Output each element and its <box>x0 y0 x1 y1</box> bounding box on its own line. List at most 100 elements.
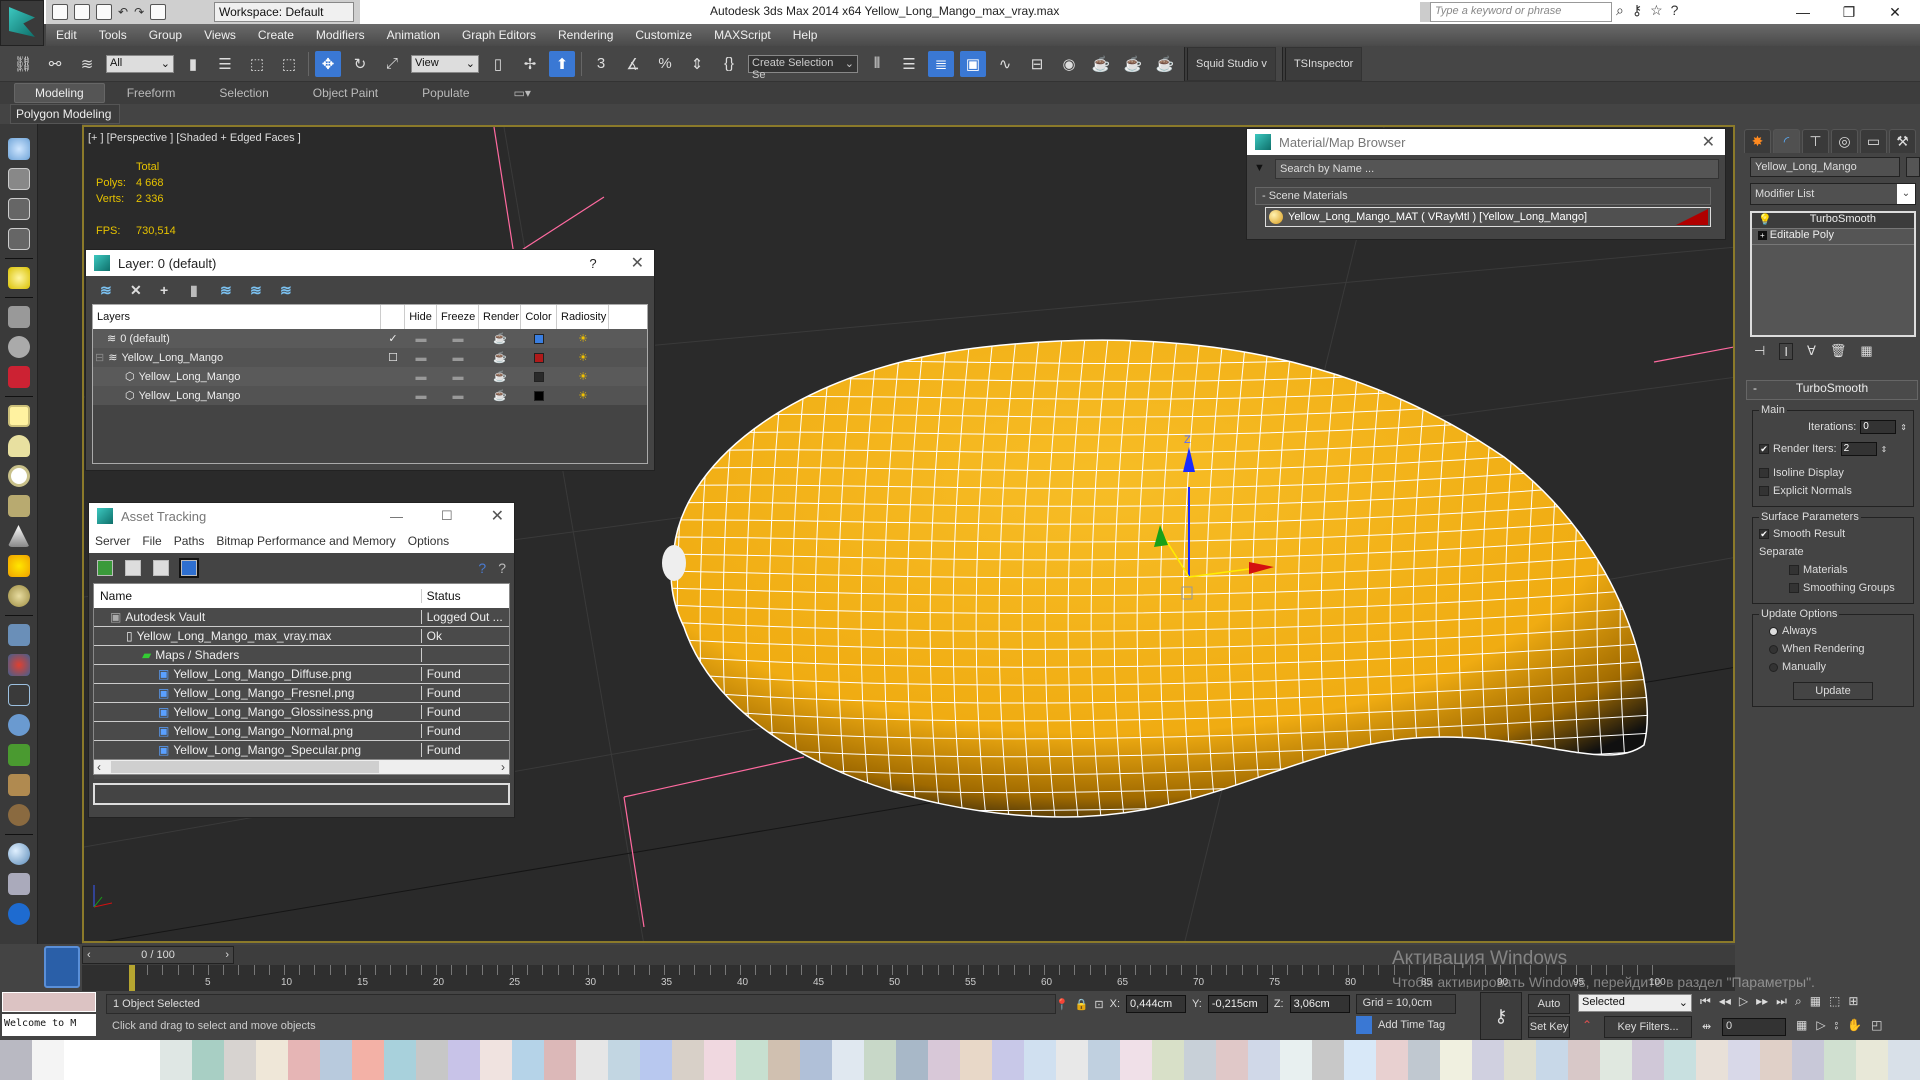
time-config-icon[interactable]: ▦ <box>1796 1018 1807 1033</box>
viewport-label-menu[interactable]: [+ ] [Perspective ] [Shaded + Edged Face… <box>88 132 301 144</box>
delete-layer-icon[interactable]: ✕ <box>130 282 146 298</box>
bind-space-warp-icon[interactable]: ≋ <box>74 51 100 77</box>
taskbar-app-icon[interactable] <box>896 1040 928 1080</box>
always-radio[interactable] <box>1769 626 1778 636</box>
key-mode-dropdown[interactable]: Selected ⌄ <box>1578 994 1692 1012</box>
render-production-icon[interactable]: ☕ <box>1152 51 1178 77</box>
asset-row[interactable]: ▣ Yellow_Long_Mango_Normal.png Found <box>94 722 509 741</box>
taskbar-app-icon[interactable] <box>160 1040 192 1080</box>
menu-animation[interactable]: Animation <box>377 28 452 42</box>
hide-toggle[interactable]: ▬ <box>405 371 437 383</box>
materials-checkbox[interactable] <box>1789 565 1799 575</box>
new-file-icon[interactable] <box>52 4 68 20</box>
taskbar-app-icon[interactable] <box>768 1040 800 1080</box>
taskbar-app-icon[interactable] <box>736 1040 768 1080</box>
taskbar-app-icon[interactable] <box>672 1040 704 1080</box>
stack-item-editable-poly[interactable]: + Editable Poly <box>1752 229 1914 245</box>
select-object-icon[interactable]: ▮ <box>180 51 206 77</box>
taskbar-app-icon[interactable] <box>0 1040 32 1080</box>
next-frame-icon[interactable]: › <box>225 947 233 963</box>
spot-light-icon[interactable] <box>7 525 30 547</box>
taskbar-app-icon[interactable] <box>192 1040 224 1080</box>
walk-through-icon[interactable]: ⦂ <box>1835 1018 1839 1033</box>
taskbar-app-icon[interactable] <box>1792 1040 1824 1080</box>
y-coordinate-field[interactable]: -0,215cm <box>1207 995 1268 1013</box>
material-editor-icon[interactable]: ◉ <box>1056 51 1082 77</box>
ies-light-icon[interactable] <box>7 585 30 607</box>
taskbar-app-icon[interactable] <box>1440 1040 1472 1080</box>
undo-icon[interactable]: ↶ <box>118 5 128 19</box>
layer-name[interactable]: 0 (default) <box>120 333 170 345</box>
taskbar-app-icon[interactable] <box>1280 1040 1312 1080</box>
menu-help[interactable]: Help <box>783 28 830 42</box>
menu-edit[interactable]: Edit <box>46 28 89 42</box>
explicit-normals-checkbox[interactable] <box>1759 486 1769 496</box>
hide-toggle[interactable]: ▬ <box>405 333 437 345</box>
layer-name[interactable]: Yellow_Long_Mango <box>139 390 241 402</box>
smooth-result-checkbox[interactable]: ✔ <box>1759 529 1769 539</box>
hide-all-layers-icon[interactable]: ≋ <box>250 282 266 298</box>
help-query-icon[interactable]: ? <box>478 560 486 576</box>
taskbar-app-icon[interactable] <box>960 1040 992 1080</box>
taskbar-app-icon[interactable] <box>1088 1040 1120 1080</box>
save-icon[interactable] <box>96 4 112 20</box>
taskbar-app-icon[interactable] <box>1408 1040 1440 1080</box>
select-objects-icon[interactable]: ▮ <box>190 282 206 298</box>
hide-toggle[interactable]: ▬ <box>405 352 437 364</box>
freeze-toggle[interactable]: ▬ <box>437 390 479 402</box>
taskbar-app-icon[interactable] <box>288 1040 320 1080</box>
open-file-icon[interactable] <box>74 4 90 20</box>
taskbar-app-icon[interactable] <box>832 1040 864 1080</box>
taskbar-app-icon[interactable] <box>480 1040 512 1080</box>
scale-icon[interactable]: ⤢ <box>379 51 405 77</box>
window-crossing-icon[interactable]: ⬚ <box>276 51 302 77</box>
taskbar-app-icon[interactable] <box>1664 1040 1696 1080</box>
set-key-button[interactable]: Set Key <box>1528 1016 1570 1038</box>
current-frame-field[interactable]: 0 <box>1722 1018 1786 1036</box>
close-icon[interactable]: ✕ <box>1702 132 1715 152</box>
taskbar-app-icon[interactable] <box>32 1040 64 1080</box>
teapot-icon[interactable] <box>7 138 30 160</box>
render-frame-icon[interactable] <box>7 168 30 190</box>
red-camera-icon[interactable] <box>7 366 30 388</box>
plugin-squid-studio[interactable]: Squid Studio v <box>1184 46 1276 81</box>
taskbar-app-icon[interactable] <box>992 1040 1024 1080</box>
link-icon[interactable]: ⛓ <box>10 51 36 77</box>
layer-dialog-titlebar[interactable]: Layer: 0 (default) ? ✕ <box>86 250 654 276</box>
camera-sphere-icon[interactable] <box>7 336 30 358</box>
time-tag-icon[interactable] <box>1356 1016 1372 1034</box>
boolean-icon[interactable] <box>7 903 30 925</box>
taskbar-app-icon[interactable] <box>544 1040 576 1080</box>
minimize-button[interactable]: — <box>1780 0 1826 24</box>
taskbar-app-icon[interactable] <box>1184 1040 1216 1080</box>
hair-farm-icon[interactable] <box>7 774 30 796</box>
help-disabled-icon[interactable]: ? <box>498 560 506 576</box>
scroll-right-icon[interactable]: › <box>501 760 505 774</box>
ornatrix-icon[interactable] <box>7 804 30 826</box>
dome-light-icon[interactable] <box>7 435 30 457</box>
taskbar-app-icon[interactable] <box>512 1040 544 1080</box>
taskbar-app-icon[interactable] <box>1728 1040 1760 1080</box>
move-icon[interactable]: ✥ <box>315 50 341 77</box>
prev-frame-icon[interactable]: ‹ <box>83 947 91 963</box>
maxscript-output[interactable]: Welcome to M <box>2 1014 96 1036</box>
tab-modeling[interactable]: Modeling <box>14 83 105 103</box>
taskbar-app-icon[interactable] <box>1376 1040 1408 1080</box>
maximize-toggle-icon[interactable]: ◰ <box>1871 1018 1882 1033</box>
asset-row[interactable]: ▣ Yellow_Long_Mango_Fresnel.png Found <box>94 684 509 703</box>
add-to-layer-icon[interactable]: + <box>160 282 176 298</box>
isoline-display-checkbox[interactable] <box>1759 468 1769 478</box>
render-setup-icon[interactable]: ☕ <box>1088 51 1114 77</box>
mirror-icon[interactable]: ⫴ <box>864 51 890 77</box>
taskbar-app-icon[interactable] <box>320 1040 352 1080</box>
sphere-light-icon[interactable] <box>7 465 30 487</box>
render-teapot-icon[interactable]: ☕ <box>479 332 521 345</box>
taskbar-app-icon[interactable] <box>800 1040 832 1080</box>
display-tab-icon[interactable]: ▭ <box>1860 129 1887 153</box>
material-item[interactable]: Yellow_Long_Mango_MAT ( VRayMtl ) [Yello… <box>1265 207 1711 227</box>
render-iters-checkbox[interactable]: ✔ <box>1759 444 1769 454</box>
tab-freeform[interactable]: Freeform <box>105 86 198 100</box>
mini-listener-viewport-icon[interactable] <box>44 946 80 988</box>
radiosity-sun-icon[interactable]: ☀ <box>557 332 609 345</box>
menu-file[interactable]: File <box>136 534 167 548</box>
